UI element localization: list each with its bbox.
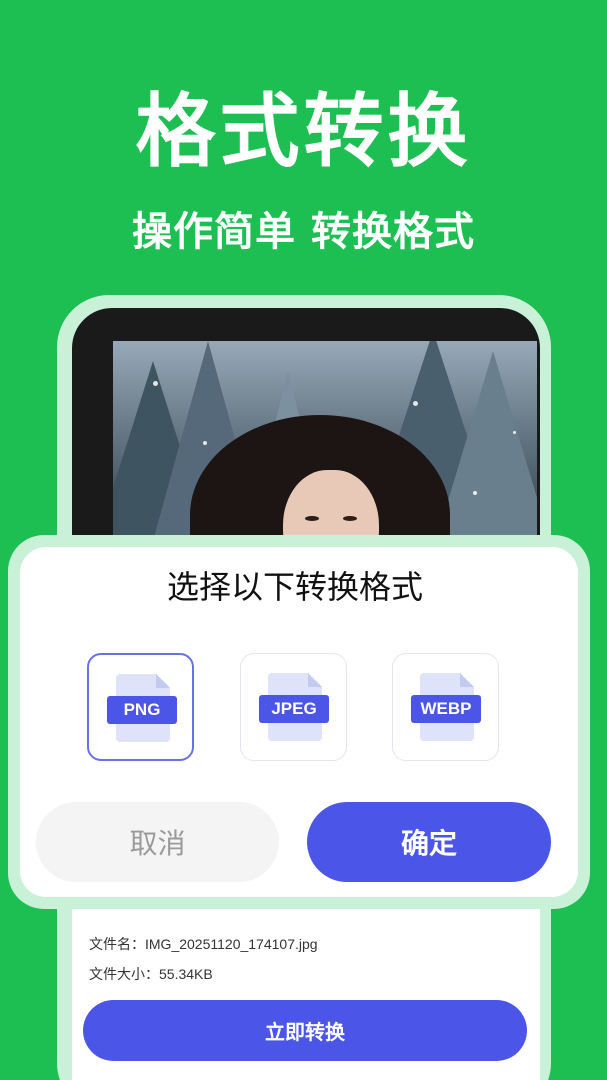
format-option-jpeg[interactable]: JPEG: [240, 653, 347, 761]
convert-now-button[interactable]: 立即转换: [83, 1000, 527, 1061]
file-size-label: 文件大小：: [89, 966, 159, 982]
file-name-value: IMG_20251120_174107.jpg: [145, 936, 318, 952]
file-name-row: 文件名：IMG_20251120_174107.jpg: [89, 934, 318, 954]
format-label: JPEG: [259, 695, 329, 723]
format-option-png[interactable]: PNG: [87, 653, 194, 761]
format-label: PNG: [107, 696, 177, 724]
format-option-webp[interactable]: WEBP: [392, 653, 499, 761]
hero-title: 格式转换: [135, 85, 472, 178]
cancel-button[interactable]: 取消: [36, 802, 279, 882]
confirm-button[interactable]: 确定: [307, 802, 551, 882]
dialog-title: 选择以下转换格式: [166, 568, 423, 606]
format-label: WEBP: [411, 695, 481, 723]
file-size-value: 55.34KB: [159, 966, 213, 982]
hero-subtitle: 操作简单 转换格式: [132, 209, 475, 255]
file-size-row: 文件大小：55.34KB: [89, 964, 213, 984]
file-name-label: 文件名：: [89, 936, 145, 952]
